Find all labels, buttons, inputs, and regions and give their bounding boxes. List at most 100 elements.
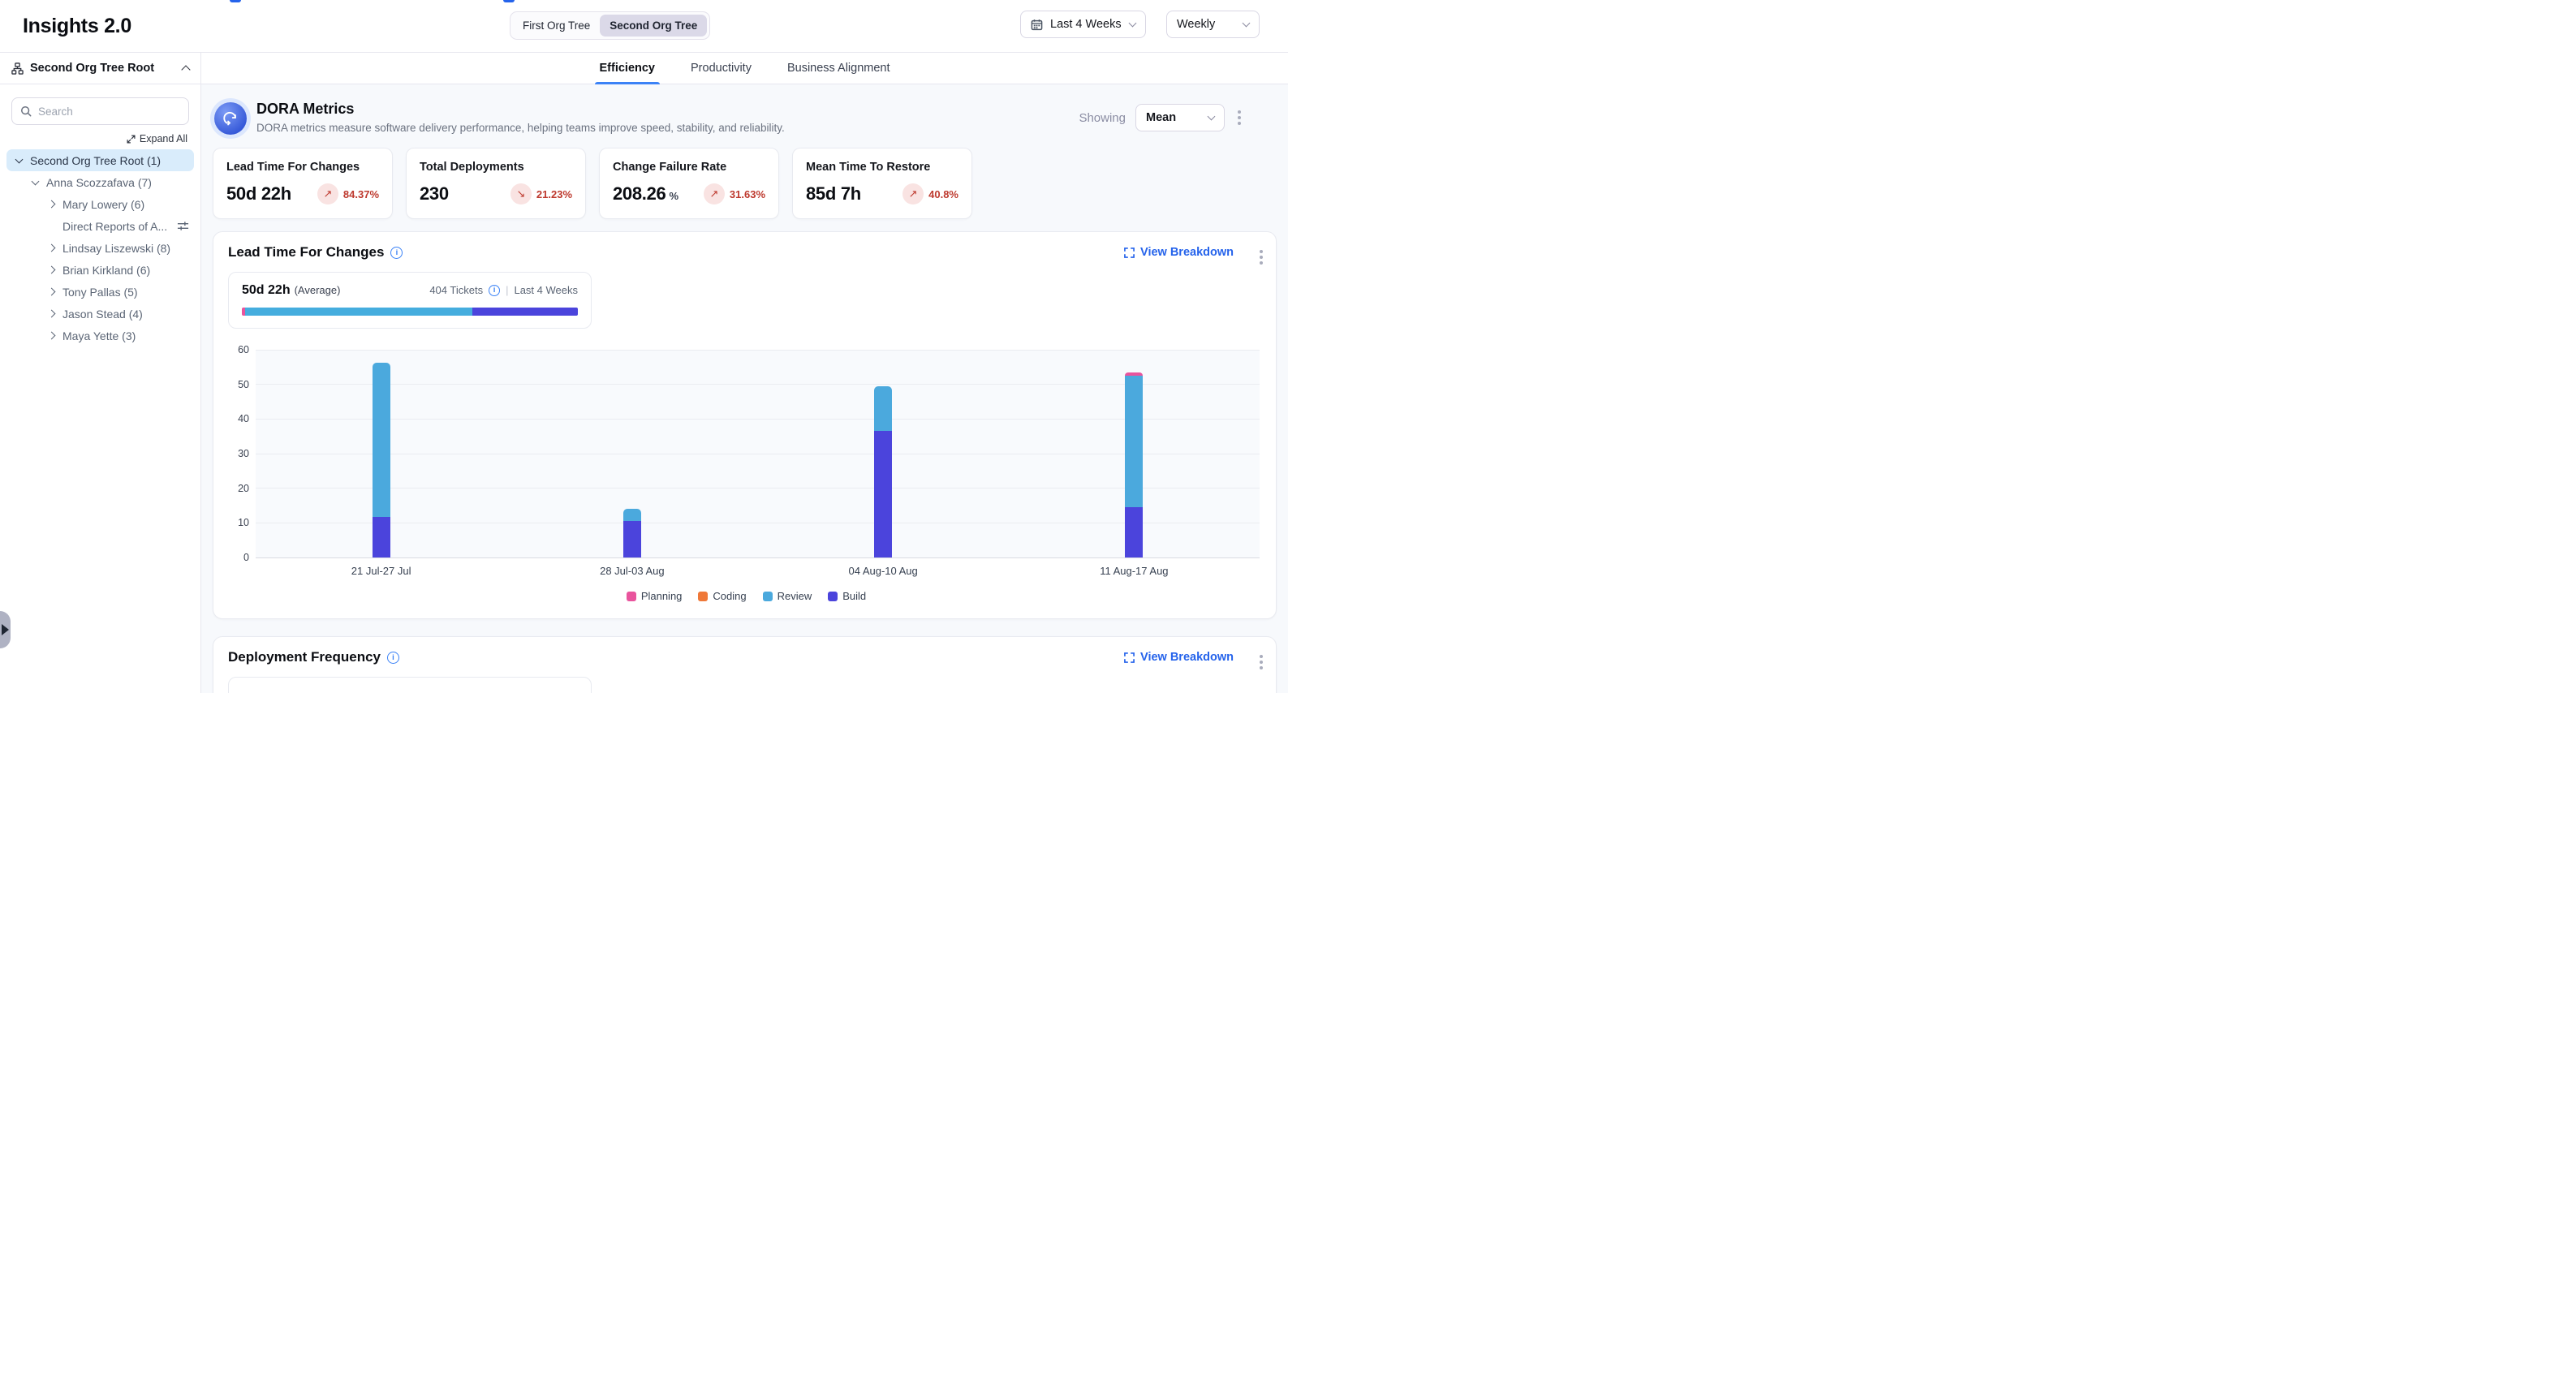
x-tick-label: 21 Jul-27 Jul <box>256 565 506 577</box>
tree-item-label: Direct Reports of A... <box>62 220 167 233</box>
lead-time-summary: 50d 22h (Average) 404 Tickets i | Last 4… <box>228 272 592 329</box>
tree-item-label: Second Org Tree Root (1) <box>30 154 161 167</box>
dora-metric-cards: Lead Time For Changes50d 22h↗84.37%Total… <box>213 148 1277 219</box>
tree-item[interactable]: Lindsay Liszewski (8) <box>6 237 194 259</box>
legend-label: Planning <box>641 590 683 602</box>
info-icon[interactable]: i <box>489 285 500 296</box>
org-tab-second-org-tree[interactable]: Second Org Tree <box>600 15 707 37</box>
sidebar-header: Second Org Tree Root <box>0 53 200 84</box>
chart-legend: Planning Coding Review Build <box>233 590 1260 602</box>
chevron-right-icon[interactable] <box>48 288 56 296</box>
metric-trend-badge: ↗31.63% <box>704 183 765 204</box>
org-tree-icon <box>11 62 24 75</box>
chevron-down-icon <box>1208 113 1216 121</box>
info-icon[interactable]: i <box>390 247 403 259</box>
bar-segment-build <box>1125 507 1143 557</box>
metric-trend-badge: ↗84.37% <box>317 183 379 204</box>
chevron-right-icon[interactable] <box>48 332 56 340</box>
metric-card-value: 230 <box>420 183 449 204</box>
chart-bar-slot <box>506 350 757 557</box>
dora-kebab-menu[interactable] <box>1234 107 1244 128</box>
y-tick-label: 60 <box>238 344 249 355</box>
metric-tabs: Efficiency Productivity Business Alignment <box>201 53 1288 84</box>
tree-item[interactable]: Direct Reports of A... <box>6 215 194 237</box>
legend-item-planning[interactable]: Planning <box>627 590 683 602</box>
x-tick-label: 11 Aug-17 Aug <box>1009 565 1260 577</box>
bar-segment-review <box>874 386 892 431</box>
main-area: Efficiency Productivity Business Alignment… <box>201 53 1288 693</box>
tree-item-label: Tony Pallas (5) <box>62 286 138 299</box>
date-range-dropdown[interactable]: Last 4 Weeks <box>1020 11 1146 38</box>
tab-productivity[interactable]: Productivity <box>691 53 752 84</box>
chevron-right-icon[interactable] <box>48 244 56 252</box>
deployment-summary <box>228 677 592 693</box>
granularity-dropdown[interactable]: Weekly <box>1166 11 1260 38</box>
info-icon[interactable]: i <box>387 652 399 664</box>
chevron-right-icon[interactable] <box>48 200 56 209</box>
tree-item[interactable]: Maya Yette (3) <box>6 325 194 346</box>
tree-item-label: Brian Kirkland (6) <box>62 264 150 277</box>
trend-down-arrow-icon: ↘ <box>510 183 532 204</box>
legend-item-coding[interactable]: Coding <box>698 590 746 602</box>
expand-all-label: Expand All <box>140 133 187 144</box>
metric-trend-value: 21.23% <box>536 188 572 200</box>
x-tick-label: 04 Aug-10 Aug <box>758 565 1009 577</box>
deployment-view-breakdown-link[interactable]: View Breakdown <box>1124 651 1234 664</box>
sidebar-collapse-handle[interactable] <box>0 611 11 648</box>
chevron-down-icon[interactable] <box>32 177 40 185</box>
legend-item-build[interactable]: Build <box>828 590 866 602</box>
tree-item[interactable]: Mary Lowery (6) <box>6 193 194 215</box>
clipped-top-artifact <box>503 0 515 2</box>
stacked-bar[interactable] <box>1125 372 1143 557</box>
view-breakdown-label: View Breakdown <box>1140 651 1234 664</box>
collapse-panel-chevron-icon[interactable] <box>181 65 190 74</box>
lead-time-view-breakdown-link[interactable]: View Breakdown <box>1124 246 1234 259</box>
y-tick-label: 40 <box>238 413 249 424</box>
deployment-title: Deployment Frequency <box>228 649 381 665</box>
view-breakdown-label: View Breakdown <box>1140 246 1234 259</box>
bar-segment-build <box>373 517 390 557</box>
legend-swatch <box>828 592 838 601</box>
metric-card: Total Deployments 230 ↘ 21.23% <box>406 148 586 219</box>
date-range-value: Last 4 Weeks <box>1050 18 1122 31</box>
legend-item-review[interactable]: Review <box>763 590 812 602</box>
chart-bar-slot <box>1009 350 1260 557</box>
stacked-bar[interactable] <box>373 363 390 557</box>
tab-efficiency[interactable]: Efficiency <box>600 53 656 84</box>
expand-corners-icon <box>1124 652 1135 663</box>
tree-item[interactable]: Brian Kirkland (6) <box>6 259 194 281</box>
metric-card-title: Total Deployments <box>420 161 572 174</box>
chevron-right-icon[interactable] <box>48 266 56 274</box>
deployment-kebab-menu[interactable] <box>1256 652 1266 673</box>
tree-item[interactable]: Jason Stead (4) <box>6 303 194 325</box>
org-tab-first-org-tree[interactable]: First Org Tree <box>513 15 600 37</box>
expand-all-button[interactable]: Expand All <box>13 133 187 144</box>
summary-period: Last 4 Weeks <box>514 284 578 296</box>
filter-sliders-icon[interactable] <box>177 220 189 232</box>
bar-segment-build <box>874 431 892 557</box>
chart-y-axis: 0102030405060 <box>233 350 256 557</box>
metric-card-unit: % <box>670 190 679 202</box>
search-input[interactable] <box>38 105 180 118</box>
phase-segment-build <box>472 308 578 316</box>
summary-value: 50d 22h <box>242 283 291 298</box>
tree-item[interactable]: Anna Scozzafava (7) <box>6 171 194 193</box>
metric-trend-badge: ↘ 21.23% <box>510 183 572 204</box>
y-tick-label: 30 <box>238 448 249 459</box>
summary-separator: | <box>506 284 508 296</box>
metric-card: Mean Time To Restore85d 7h↗40.8% <box>792 148 972 219</box>
stacked-bar[interactable] <box>623 509 641 557</box>
sidebar-search[interactable] <box>11 97 189 125</box>
lead-time-kebab-menu[interactable] <box>1256 247 1266 268</box>
org-tree: Second Org Tree Root (1) Anna Scozzafava … <box>0 149 200 346</box>
chevron-down-icon[interactable] <box>15 155 24 163</box>
tree-item[interactable]: Tony Pallas (5) <box>6 281 194 303</box>
org-tree-switcher: First Org TreeSecond Org Tree <box>510 11 710 40</box>
chevron-right-icon[interactable] <box>48 310 56 318</box>
stacked-bar[interactable] <box>874 386 892 557</box>
dora-section-header: DORA Metrics DORA metrics measure softwa… <box>213 94 1277 135</box>
tab-business-alignment[interactable]: Business Alignment <box>787 53 890 84</box>
tree-item[interactable]: Second Org Tree Root (1) <box>6 149 194 171</box>
showing-dropdown[interactable]: Mean <box>1135 104 1225 131</box>
metric-trend-value: 84.37% <box>343 188 379 200</box>
